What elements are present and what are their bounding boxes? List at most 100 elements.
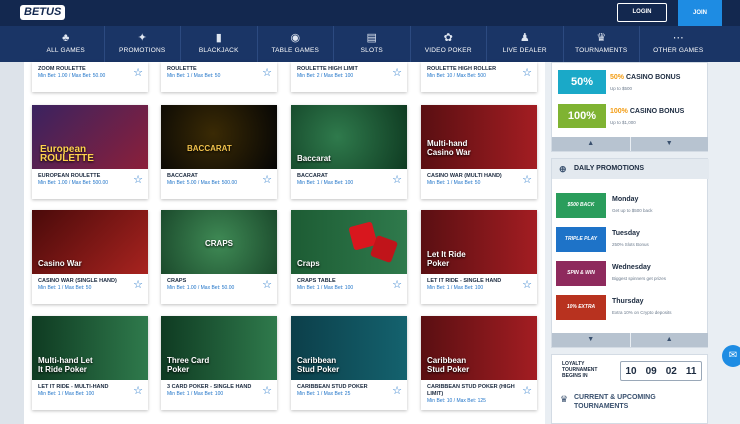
bonus-subtitle: Up to $500 xyxy=(610,86,633,91)
trophy-icon: ♛ xyxy=(560,394,569,404)
nav-label: BLACKJACK xyxy=(198,47,239,54)
bonus-subtitle: Up to $1,000 xyxy=(610,120,636,125)
game-thumbnail[interactable]: Caribbean Stud Poker xyxy=(421,316,537,380)
game-thumbnail[interactable]: Multi-hand Let It Ride Poker xyxy=(32,316,148,380)
thumbnail-title: Multi-hand Let It Ride Poker xyxy=(38,356,93,374)
game-thumbnail[interactable]: Multi-hand Casino War xyxy=(421,105,537,169)
favorite-star-icon[interactable]: ☆ xyxy=(133,173,143,186)
favorite-star-icon[interactable]: ☆ xyxy=(262,278,272,291)
game-thumbnail[interactable]: BACCARAT xyxy=(161,105,277,169)
gift-icon: ⊕ xyxy=(559,164,567,174)
nav-tournaments[interactable]: ♛ TOURNAMENTS xyxy=(564,26,640,62)
favorite-star-icon[interactable]: ☆ xyxy=(262,173,272,186)
nav-video-poker[interactable]: ✿ VIDEO POKER xyxy=(411,26,487,62)
arrow-up-icon[interactable]: ▲ xyxy=(552,137,631,151)
favorite-star-icon[interactable]: ☆ xyxy=(133,384,143,397)
game-thumbnail[interactable]: Baccarat xyxy=(291,105,407,169)
favorite-star-icon[interactable]: ☆ xyxy=(392,66,402,79)
join-button[interactable]: JOIN xyxy=(678,0,722,26)
left-gutter xyxy=(0,62,24,424)
game-card[interactable]: Craps CRAPS TABLE Min Bet: 1 / Max Bet: 1… xyxy=(291,210,407,304)
thumbnail-title: Craps xyxy=(297,259,320,268)
favorite-star-icon[interactable]: ☆ xyxy=(392,384,402,397)
promo-item[interactable]: TRIPLE PLAY Tuesday 250% Slots Bonus xyxy=(556,225,705,255)
favorite-star-icon[interactable]: ☆ xyxy=(133,278,143,291)
nav-slots[interactable]: ▤ SLOTS xyxy=(334,26,411,62)
game-card[interactable]: Caribbean Stud Poker CARIBBEAN STUD POKE… xyxy=(421,316,537,410)
promo-carousel-controls: ▼ ▲ xyxy=(552,333,709,347)
favorite-star-icon[interactable]: ☆ xyxy=(522,66,532,79)
game-card[interactable]: ROULETTE Min Bet: 1 / Max Bet: 50 ☆ xyxy=(161,62,277,92)
nav-blackjack[interactable]: ▮ BLACKJACK xyxy=(181,26,258,62)
main-navigation: ♣ ALL GAMES ✦ PROMOTIONS ▮ BLACKJACK ◉ TABLE… xyxy=(0,26,740,62)
bonus-title: 100% CASINO BONUS xyxy=(610,108,685,115)
favorite-star-icon[interactable]: ☆ xyxy=(392,173,402,186)
favorite-star-icon[interactable]: ☆ xyxy=(392,278,402,291)
login-button[interactable]: LOGIN xyxy=(617,3,667,22)
game-bet-limits: Min Bet: 1.00 / Max Bet: 500.00 xyxy=(38,180,109,186)
game-grid: ZOOM ROULETTE Min Bet: 1.00 / Max Bet: 50… xyxy=(24,62,545,424)
game-card[interactable]: Three Card Poker 3 CARD POKER - SINGLE H… xyxy=(161,316,277,410)
bonus-offer[interactable]: 50% 50% CASINO BONUS Up to $500 xyxy=(552,67,709,97)
timer-days: 10 xyxy=(625,365,637,377)
game-card[interactable]: ROULETTE HIGH ROLLER Min Bet: 10 / Max Be… xyxy=(421,62,537,92)
bonus-badge: 50% xyxy=(558,70,606,94)
nav-other-games[interactable]: ⋯ OTHER GAMES xyxy=(640,26,717,62)
nav-promotions[interactable]: ✦ PROMOTIONS xyxy=(105,26,181,62)
bonus-badge: 100% xyxy=(558,104,606,128)
game-card[interactable]: ZOOM ROULETTE Min Bet: 1.00 / Max Bet: 50… xyxy=(32,62,148,92)
game-card[interactable]: Baccarat BACCARAT Min Bet: 1 / Max Bet: 1… xyxy=(291,105,407,199)
nav-live-dealer[interactable]: ♟ LIVE DEALER xyxy=(487,26,564,62)
game-bet-limits: Min Bet: 1 / Max Bet: 100 xyxy=(167,391,224,397)
favorite-star-icon[interactable]: ☆ xyxy=(522,173,532,186)
arrow-down-icon[interactable]: ▼ xyxy=(631,137,709,151)
nav-table-games[interactable]: ◉ TABLE GAMES xyxy=(258,26,334,62)
daily-promotions-header: ⊕ DAILY PROMOTIONS xyxy=(552,159,709,179)
game-card[interactable]: Casino War CASINO WAR (SINGLE HAND) Min B… xyxy=(32,210,148,304)
arrow-down-icon[interactable]: ▼ xyxy=(552,333,631,347)
bonus-offer[interactable]: 100% 100% CASINO BONUS Up to $1,000 xyxy=(552,101,709,131)
gift-icon: ✦ xyxy=(137,32,147,44)
thumbnail-title: BACCARAT xyxy=(187,144,232,153)
loyalty-title: LOYALTY TOURNAMENT BEGINS IN xyxy=(562,361,598,379)
thumbnail-title: European ROULETTE xyxy=(40,144,94,164)
game-thumbnail[interactable]: Let It Ride Poker xyxy=(421,210,537,274)
favorite-star-icon[interactable]: ☆ xyxy=(522,278,532,291)
favorite-star-icon[interactable]: ☆ xyxy=(133,66,143,79)
game-thumbnail[interactable]: Caribbean Stud Poker xyxy=(291,316,407,380)
game-thumbnail[interactable]: Casino War xyxy=(32,210,148,274)
game-name: CARIBBEAN STUD POKER xyxy=(297,384,368,390)
game-name: EUROPEAN ROULETTE xyxy=(38,173,101,179)
promo-image: $500 BACK xyxy=(556,193,606,218)
promo-item[interactable]: SPIN & WIN Wednesday Biggest spinners ge… xyxy=(556,259,705,289)
game-card[interactable]: Let It Ride Poker LET IT RIDE - SINGLE H… xyxy=(421,210,537,304)
favorite-star-icon[interactable]: ☆ xyxy=(262,66,272,79)
favorite-star-icon[interactable]: ☆ xyxy=(522,384,532,397)
game-thumbnail[interactable]: Craps xyxy=(291,210,407,274)
thumbnail-title: Caribbean Stud Poker xyxy=(297,356,340,374)
game-card[interactable]: CRAPS CRAPS Min Bet: 1.00 / Max Bet: 50.0… xyxy=(161,210,277,304)
game-card[interactable]: BACCARAT BACCARAT Min Bet: 5.00 / Max Bet… xyxy=(161,105,277,199)
game-name: CARIBBEAN STUD POKER (HIGH LIMIT) xyxy=(427,384,515,397)
game-name: LET IT RIDE - MULTI-HAND xyxy=(38,384,109,390)
game-thumbnail[interactable]: CRAPS xyxy=(161,210,277,274)
game-card[interactable]: Multi-hand Casino War CASINO WAR (MULTI … xyxy=(421,105,537,199)
game-bet-limits: Min Bet: 1 / Max Bet: 100 xyxy=(427,285,484,291)
game-thumbnail[interactable]: Three Card Poker xyxy=(161,316,277,380)
game-card[interactable]: Caribbean Stud Poker CARIBBEAN STUD POKE… xyxy=(291,316,407,410)
arrow-up-icon[interactable]: ▲ xyxy=(631,333,709,347)
current-tournaments-title[interactable]: CURRENT & UPCOMING TOURNAMENTS xyxy=(574,393,707,411)
game-card[interactable]: ROULETTE HIGH LIMIT Min Bet: 2 / Max Bet:… xyxy=(291,62,407,92)
game-name: CRAPS xyxy=(167,278,187,284)
thumbnail-title: Let It Ride Poker xyxy=(427,250,466,268)
promo-item[interactable]: 10% EXTRA Thursday Extra 10% on Crypto d… xyxy=(556,293,705,323)
promo-item[interactable]: $500 BACK Monday Get up to $500 back xyxy=(556,191,705,221)
betus-logo[interactable]: BETUS xyxy=(20,5,66,20)
nav-all-games[interactable]: ♣ ALL GAMES xyxy=(28,26,105,62)
game-card[interactable]: Multi-hand Let It Ride Poker LET IT RIDE… xyxy=(32,316,148,410)
promo-day: Tuesday xyxy=(612,230,640,237)
game-thumbnail[interactable]: European ROULETTE xyxy=(32,105,148,169)
favorite-star-icon[interactable]: ☆ xyxy=(262,384,272,397)
game-card[interactable]: European ROULETTE EUROPEAN ROULETTE Min B… xyxy=(32,105,148,199)
chat-button[interactable]: ✉ xyxy=(722,345,740,367)
